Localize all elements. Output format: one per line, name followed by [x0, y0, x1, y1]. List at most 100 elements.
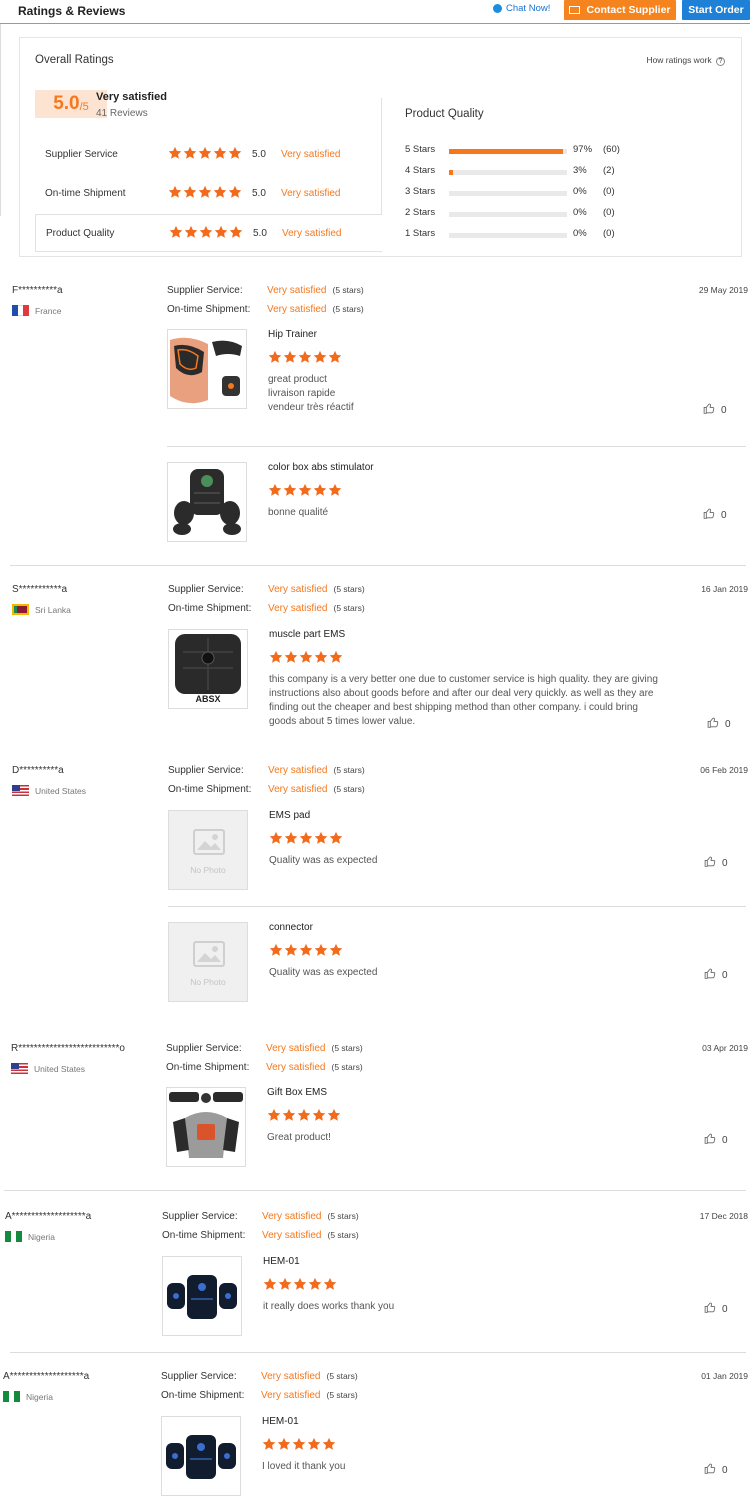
star-icon	[213, 146, 227, 160]
thumbs-up-icon	[706, 716, 720, 732]
star-icon	[297, 1108, 311, 1122]
on-time-shipment-rating: On-time Shipment: Very satisfied (5 stars)	[167, 304, 364, 315]
distribution-percent: 3%	[573, 165, 587, 176]
section-title: Ratings & Reviews	[18, 4, 126, 18]
product-thumbnail[interactable]: No Photo	[168, 922, 248, 1002]
like-button[interactable]: 0	[703, 1462, 728, 1478]
supplier-service-value: Very satisfied	[268, 765, 328, 776]
country-name: Nigeria	[28, 1231, 55, 1242]
rating-row: Supplier Service 5.0 Very satisfied	[35, 136, 382, 174]
how-ratings-work-link[interactable]: How ratings work ?	[646, 55, 725, 66]
review-count: 41 Reviews	[96, 108, 148, 119]
star-icon	[268, 350, 282, 364]
rating-row-text: Very satisfied	[281, 188, 341, 199]
contact-supplier-label: Contact Supplier	[586, 4, 671, 16]
country-flag-icon	[11, 1063, 28, 1074]
no-photo-label: No Photo	[190, 977, 226, 987]
like-button[interactable]: 0	[703, 1132, 728, 1148]
supplier-service-rating: Supplier Service: Very satisfied (5 stars)	[161, 1371, 358, 1382]
star-icon	[314, 831, 328, 845]
reviewer-country: France	[12, 305, 61, 316]
star-icon	[307, 1437, 321, 1451]
like-button[interactable]: 0	[702, 402, 727, 418]
chat-now-link[interactable]: Chat Now!	[493, 3, 550, 14]
contact-supplier-button[interactable]: Contact Supplier	[564, 0, 676, 20]
review-text: this company is a very better one due to…	[269, 674, 658, 727]
no-photo-label: No Photo	[190, 865, 226, 875]
on-time-shipment-rating: On-time Shipment: Very satisfied (5 stars)	[166, 1062, 363, 1073]
review-text: Great product!	[267, 1132, 331, 1143]
distribution-count: (0)	[603, 186, 615, 197]
star-icon	[169, 225, 183, 239]
like-count: 0	[722, 857, 728, 869]
product-name[interactable]: HEM-01	[263, 1256, 300, 1267]
like-count: 0	[721, 509, 727, 521]
star-icon	[328, 350, 342, 364]
country-flag-icon	[12, 604, 29, 615]
on-time-shipment-stars: (5 stars)	[333, 784, 365, 794]
reviewer-name: F**********a	[12, 285, 63, 296]
like-button[interactable]: 0	[703, 1301, 728, 1317]
like-button[interactable]: 0	[706, 716, 731, 732]
rating-row-stars	[168, 185, 242, 199]
star-icon	[229, 225, 243, 239]
product-name[interactable]: muscle part EMS	[269, 629, 345, 640]
on-time-shipment-label: On-time Shipment:	[162, 1230, 246, 1241]
supplier-service-value: Very satisfied	[261, 1371, 321, 1382]
product-thumbnail[interactable]	[166, 1087, 246, 1167]
product-thumbnail[interactable]: No Photo	[168, 810, 248, 890]
product-name[interactable]: connector	[269, 922, 313, 933]
distribution-bar-fill	[449, 170, 453, 175]
product-name[interactable]: EMS pad	[269, 810, 310, 821]
like-button[interactable]: 0	[702, 507, 727, 523]
reviewer-country: Nigeria	[5, 1231, 55, 1242]
rating-row: On-time Shipment 5.0 Very satisfied	[35, 175, 382, 213]
reviewer-country: United States	[11, 1063, 85, 1074]
review-stars	[263, 1277, 337, 1291]
product-name[interactable]: Hip Trainer	[268, 329, 317, 340]
distribution-row: 1 Stars 0% (0)	[405, 228, 735, 242]
thumbs-up-icon	[703, 967, 717, 983]
product-name[interactable]: HEM-01	[262, 1416, 299, 1427]
supplier-service-stars: (5 stars)	[326, 1371, 358, 1381]
on-time-shipment-label: On-time Shipment:	[168, 603, 252, 614]
star-icon	[228, 146, 242, 160]
distribution-percent: 97%	[573, 144, 593, 155]
like-button[interactable]: 0	[703, 967, 728, 983]
product-name[interactable]: color box abs stimulator	[268, 462, 374, 473]
review-date: 17 Dec 2018	[699, 1211, 748, 1221]
supplier-service-stars: (5 stars)	[333, 584, 365, 594]
review-text: bonne qualité	[268, 507, 329, 518]
like-count: 0	[725, 718, 731, 730]
left-divider	[0, 24, 1, 216]
item-divider	[168, 906, 746, 907]
like-count: 0	[722, 1464, 728, 1476]
distribution-label: 4 Stars	[405, 165, 436, 176]
product-thumbnail[interactable]: ABSX	[168, 629, 248, 709]
product-thumbnail[interactable]	[161, 1416, 241, 1496]
star-icon	[314, 650, 328, 664]
product-thumbnail[interactable]	[167, 329, 247, 409]
star-icon	[199, 225, 213, 239]
star-icon	[269, 650, 283, 664]
thumbs-up-icon	[703, 855, 717, 871]
distribution-row: 4 Stars 3% (2)	[405, 165, 735, 179]
supplier-service-rating: Supplier Service: Very satisfied (5 stars)	[168, 584, 365, 595]
product-thumbnail[interactable]	[167, 462, 247, 542]
like-button[interactable]: 0	[703, 855, 728, 871]
reviewer-country: Sri Lanka	[12, 604, 71, 615]
overall-score-text: Very satisfied	[96, 91, 167, 103]
review-stars	[267, 1108, 341, 1122]
review-date: 03 Apr 2019	[702, 1043, 748, 1053]
star-icon	[312, 1108, 326, 1122]
supplier-service-stars: (5 stars)	[333, 765, 365, 775]
product-name[interactable]: Gift Box EMS	[267, 1087, 327, 1098]
supplier-service-rating: Supplier Service: Very satisfied (5 stars)	[168, 765, 365, 776]
rating-row-label: On-time Shipment	[45, 188, 126, 199]
star-icon	[228, 185, 242, 199]
product-thumbnail[interactable]	[162, 1256, 242, 1336]
start-order-button[interactable]: Start Order	[682, 0, 750, 20]
no-photo-icon	[193, 829, 225, 855]
overall-ratings-title: Overall Ratings	[35, 54, 114, 66]
thumbs-up-icon	[703, 1462, 717, 1478]
